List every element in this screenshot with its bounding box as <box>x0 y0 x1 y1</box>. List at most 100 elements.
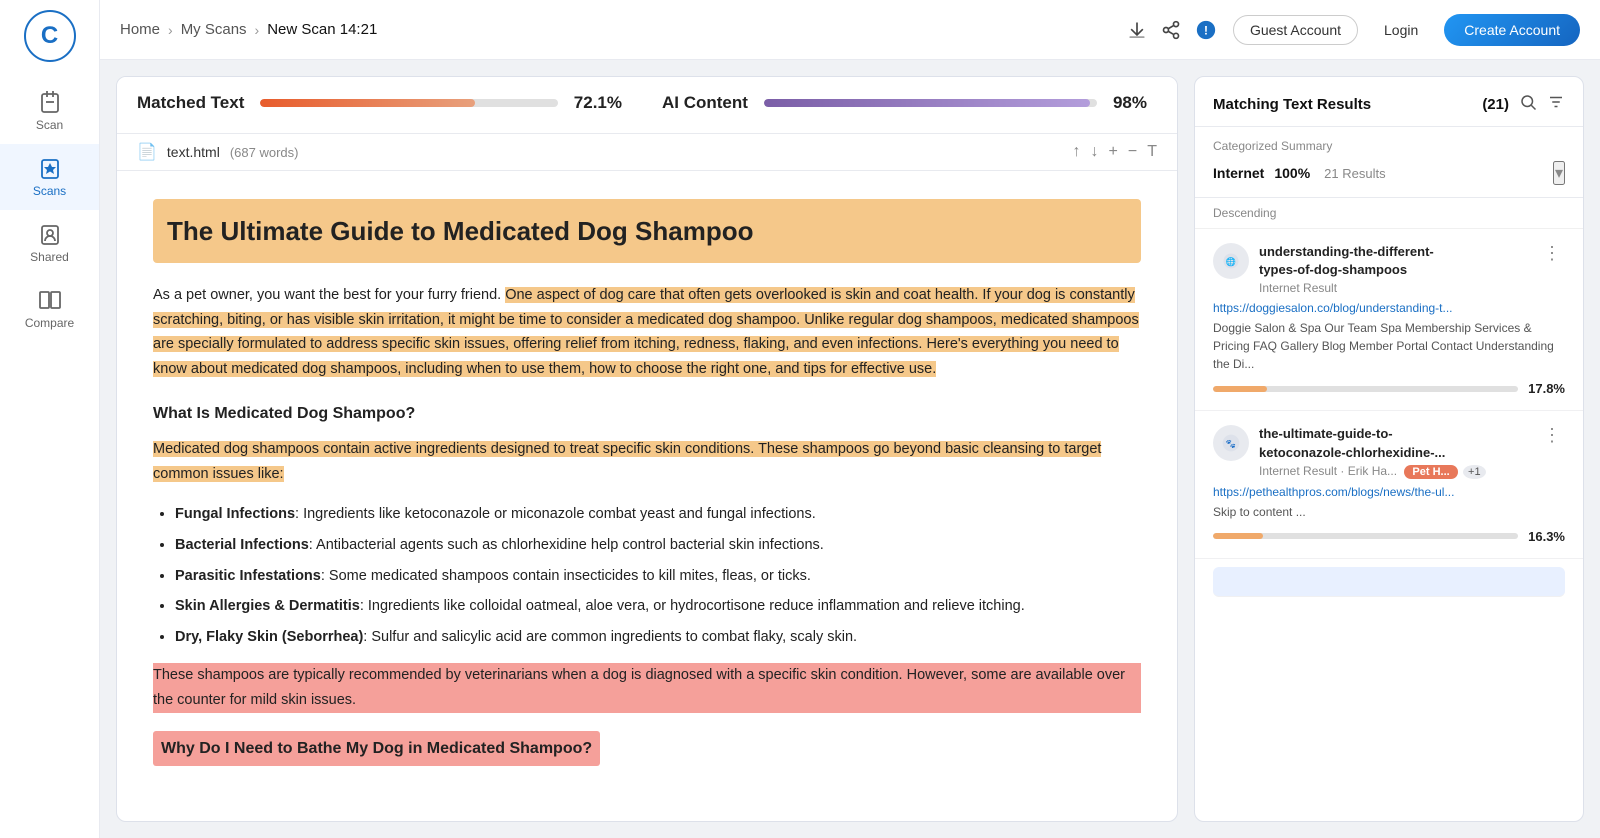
main-area: Home › My Scans › New Scan 14:21 <box>100 0 1600 838</box>
search-results-button[interactable] <box>1519 93 1537 116</box>
cat-sum-row: Internet 100% 21 Results ▾ <box>1213 161 1565 185</box>
list-item-1: Fungal Infections: Ingredients like keto… <box>175 502 1141 527</box>
right-panel-title: Matching Text Results <box>1213 96 1472 113</box>
file-name: text.html <box>167 144 220 160</box>
download-button[interactable] <box>1127 20 1147 40</box>
svg-text:🌐: 🌐 <box>1226 256 1236 266</box>
sidebar-item-shared[interactable]: Shared <box>0 210 99 276</box>
result-2-badge: Pet H... <box>1404 465 1457 479</box>
result-2-icon: 🐾 <box>1213 425 1249 461</box>
result-2-snippet: Skip to content ... <box>1213 503 1565 521</box>
result-1-meta: understanding-the-different-types-of-dog… <box>1259 243 1529 295</box>
nav-up-button[interactable]: ↑ <box>1073 143 1081 161</box>
stats-bar: Matched Text 72.1% AI Content <box>117 77 1177 134</box>
alert-button[interactable]: ! <box>1195 19 1217 41</box>
list-item-5: Dry, Flaky Skin (Seborrhea): Sulfur and … <box>175 625 1141 650</box>
file-bar: 📄 text.html (687 words) ↑ ↓ + − T <box>117 134 1177 171</box>
filter-button[interactable] <box>1547 93 1565 116</box>
doc-para-1: As a pet owner, you want the best for yo… <box>153 283 1141 382</box>
svg-text:!: ! <box>1204 23 1208 37</box>
result-1-pct: 17.8% <box>1528 381 1565 396</box>
content-area: Matched Text 72.1% AI Content <box>100 60 1600 838</box>
result-1-menu-button[interactable]: ⋮ <box>1539 243 1565 264</box>
result-2-menu-button[interactable]: ⋮ <box>1539 425 1565 446</box>
nav-down-button[interactable]: ↓ <box>1091 143 1099 161</box>
sidebar-scan-label: Scan <box>36 118 63 132</box>
search-icon <box>1519 93 1537 111</box>
result-2-pct: 16.3% <box>1528 529 1565 544</box>
doc-para-2: Medicated dog shampoos contain active in… <box>153 437 1141 486</box>
result-1-title: understanding-the-different-types-of-dog… <box>1259 243 1529 279</box>
result-2-badge-plus: +1 <box>1463 465 1486 479</box>
matched-text-stat: Matched Text 72.1% <box>137 93 632 113</box>
sort-label: Descending <box>1195 198 1583 229</box>
matched-progress-bar <box>260 99 557 107</box>
globe-icon: 🌐 <box>1221 251 1241 271</box>
sidebar-shared-label: Shared <box>30 250 69 264</box>
result-1-icon: 🌐 <box>1213 243 1249 279</box>
stats-row: Matched Text 72.1% AI Content <box>137 93 1157 113</box>
result-1-type: Internet Result <box>1259 281 1529 295</box>
result-1-link[interactable]: https://doggiesalon.co/blog/understandin… <box>1213 301 1565 315</box>
shared-icon <box>38 222 62 246</box>
topbar: Home › My Scans › New Scan 14:21 <box>100 0 1600 60</box>
login-button[interactable]: Login <box>1374 16 1428 44</box>
app-logo: C <box>24 10 76 62</box>
result-item-2-header: 🐾 the-ultimate-guide-to-ketoconazole-chl… <box>1213 425 1565 478</box>
cat-sum-type: Internet <box>1213 165 1264 181</box>
file-actions: ↑ ↓ + − T <box>1073 143 1157 161</box>
highlight-2: Medicated dog shampoos contain active in… <box>153 441 1101 482</box>
create-account-button[interactable]: Create Account <box>1444 14 1580 46</box>
file-icon: 📄 <box>137 142 157 162</box>
topbar-action-icons: ! <box>1127 19 1217 41</box>
scans-icon <box>38 156 62 180</box>
result-1-snippet: Doggie Salon & Spa Our Team Spa Membersh… <box>1213 319 1565 373</box>
right-panel: Matching Text Results (21) Categorized S… <box>1194 76 1584 822</box>
ai-content-pct: 98% <box>1113 93 1147 113</box>
download-icon <box>1127 20 1147 40</box>
ai-progress-wrapper <box>764 99 1097 107</box>
list-item-2: Bacterial Infections: Antibacterial agen… <box>175 533 1141 558</box>
result-2-bar-row: 16.3% <box>1213 529 1565 544</box>
result-item-1-header: 🌐 understanding-the-different-types-of-d… <box>1213 243 1565 295</box>
more-options-button[interactable]: T <box>1147 143 1157 161</box>
categorized-summary: Categorized Summary Internet 100% 21 Res… <box>1195 127 1583 198</box>
share-icon <box>1161 20 1181 40</box>
breadcrumb-my-scans[interactable]: My Scans <box>181 21 247 38</box>
sidebar-item-scan[interactable]: Scan <box>0 78 99 144</box>
cat-sum-chevron-button[interactable]: ▾ <box>1553 161 1565 185</box>
doc-panel: Matched Text 72.1% AI Content <box>116 76 1178 822</box>
sidebar-item-compare[interactable]: Compare <box>0 276 99 342</box>
results-count: (21) <box>1482 96 1509 113</box>
result-1-fill <box>1213 386 1267 392</box>
matched-text-pct: 72.1% <box>574 93 622 113</box>
cat-sum-results: 21 Results <box>1324 166 1385 181</box>
breadcrumb-sep2: › <box>255 22 260 38</box>
section2-heading: Why Do I Need to Bathe My Dog in Medicat… <box>153 731 1141 766</box>
sidebar-scans-label: Scans <box>33 184 66 198</box>
expand-button[interactable]: + <box>1109 143 1118 161</box>
sidebar-compare-label: Compare <box>25 316 74 330</box>
topbar-right: ! Guest Account Login Create Account <box>1127 14 1580 46</box>
guest-account-button[interactable]: Guest Account <box>1233 15 1358 45</box>
matched-progress-fill <box>260 99 474 107</box>
results-list: 🌐 understanding-the-different-types-of-d… <box>1195 229 1583 821</box>
result-item: 🌐 understanding-the-different-types-of-d… <box>1195 229 1583 411</box>
ai-progress-fill <box>764 99 1090 107</box>
cat-sum-label: Categorized Summary <box>1213 139 1565 153</box>
list-item-3: Parasitic Infestations: Some medicated s… <box>175 564 1141 589</box>
filter-icon <box>1547 93 1565 111</box>
breadcrumb-home[interactable]: Home <box>120 21 160 38</box>
section1-heading: What Is Medicated Dog Shampoo? <box>153 400 1141 427</box>
result-2-type: Internet Result · Erik Ha... Pet H... +1 <box>1259 464 1529 479</box>
doc-body: The Ultimate Guide to Medicated Dog Sham… <box>117 171 1177 821</box>
sidebar-item-scans[interactable]: Scans <box>0 144 99 210</box>
highlight-1: One aspect of dog care that often gets o… <box>153 287 1139 377</box>
result-2-bar <box>1213 533 1518 539</box>
share-button[interactable] <box>1161 20 1181 40</box>
file-words: (687 words) <box>230 145 299 160</box>
doc-list: Fungal Infections: Ingredients like keto… <box>153 502 1141 649</box>
result-2-link[interactable]: https://pethealthpros.com/blogs/news/the… <box>1213 485 1565 499</box>
globe-icon-2: 🐾 <box>1221 433 1241 453</box>
collapse-button[interactable]: − <box>1128 143 1137 161</box>
